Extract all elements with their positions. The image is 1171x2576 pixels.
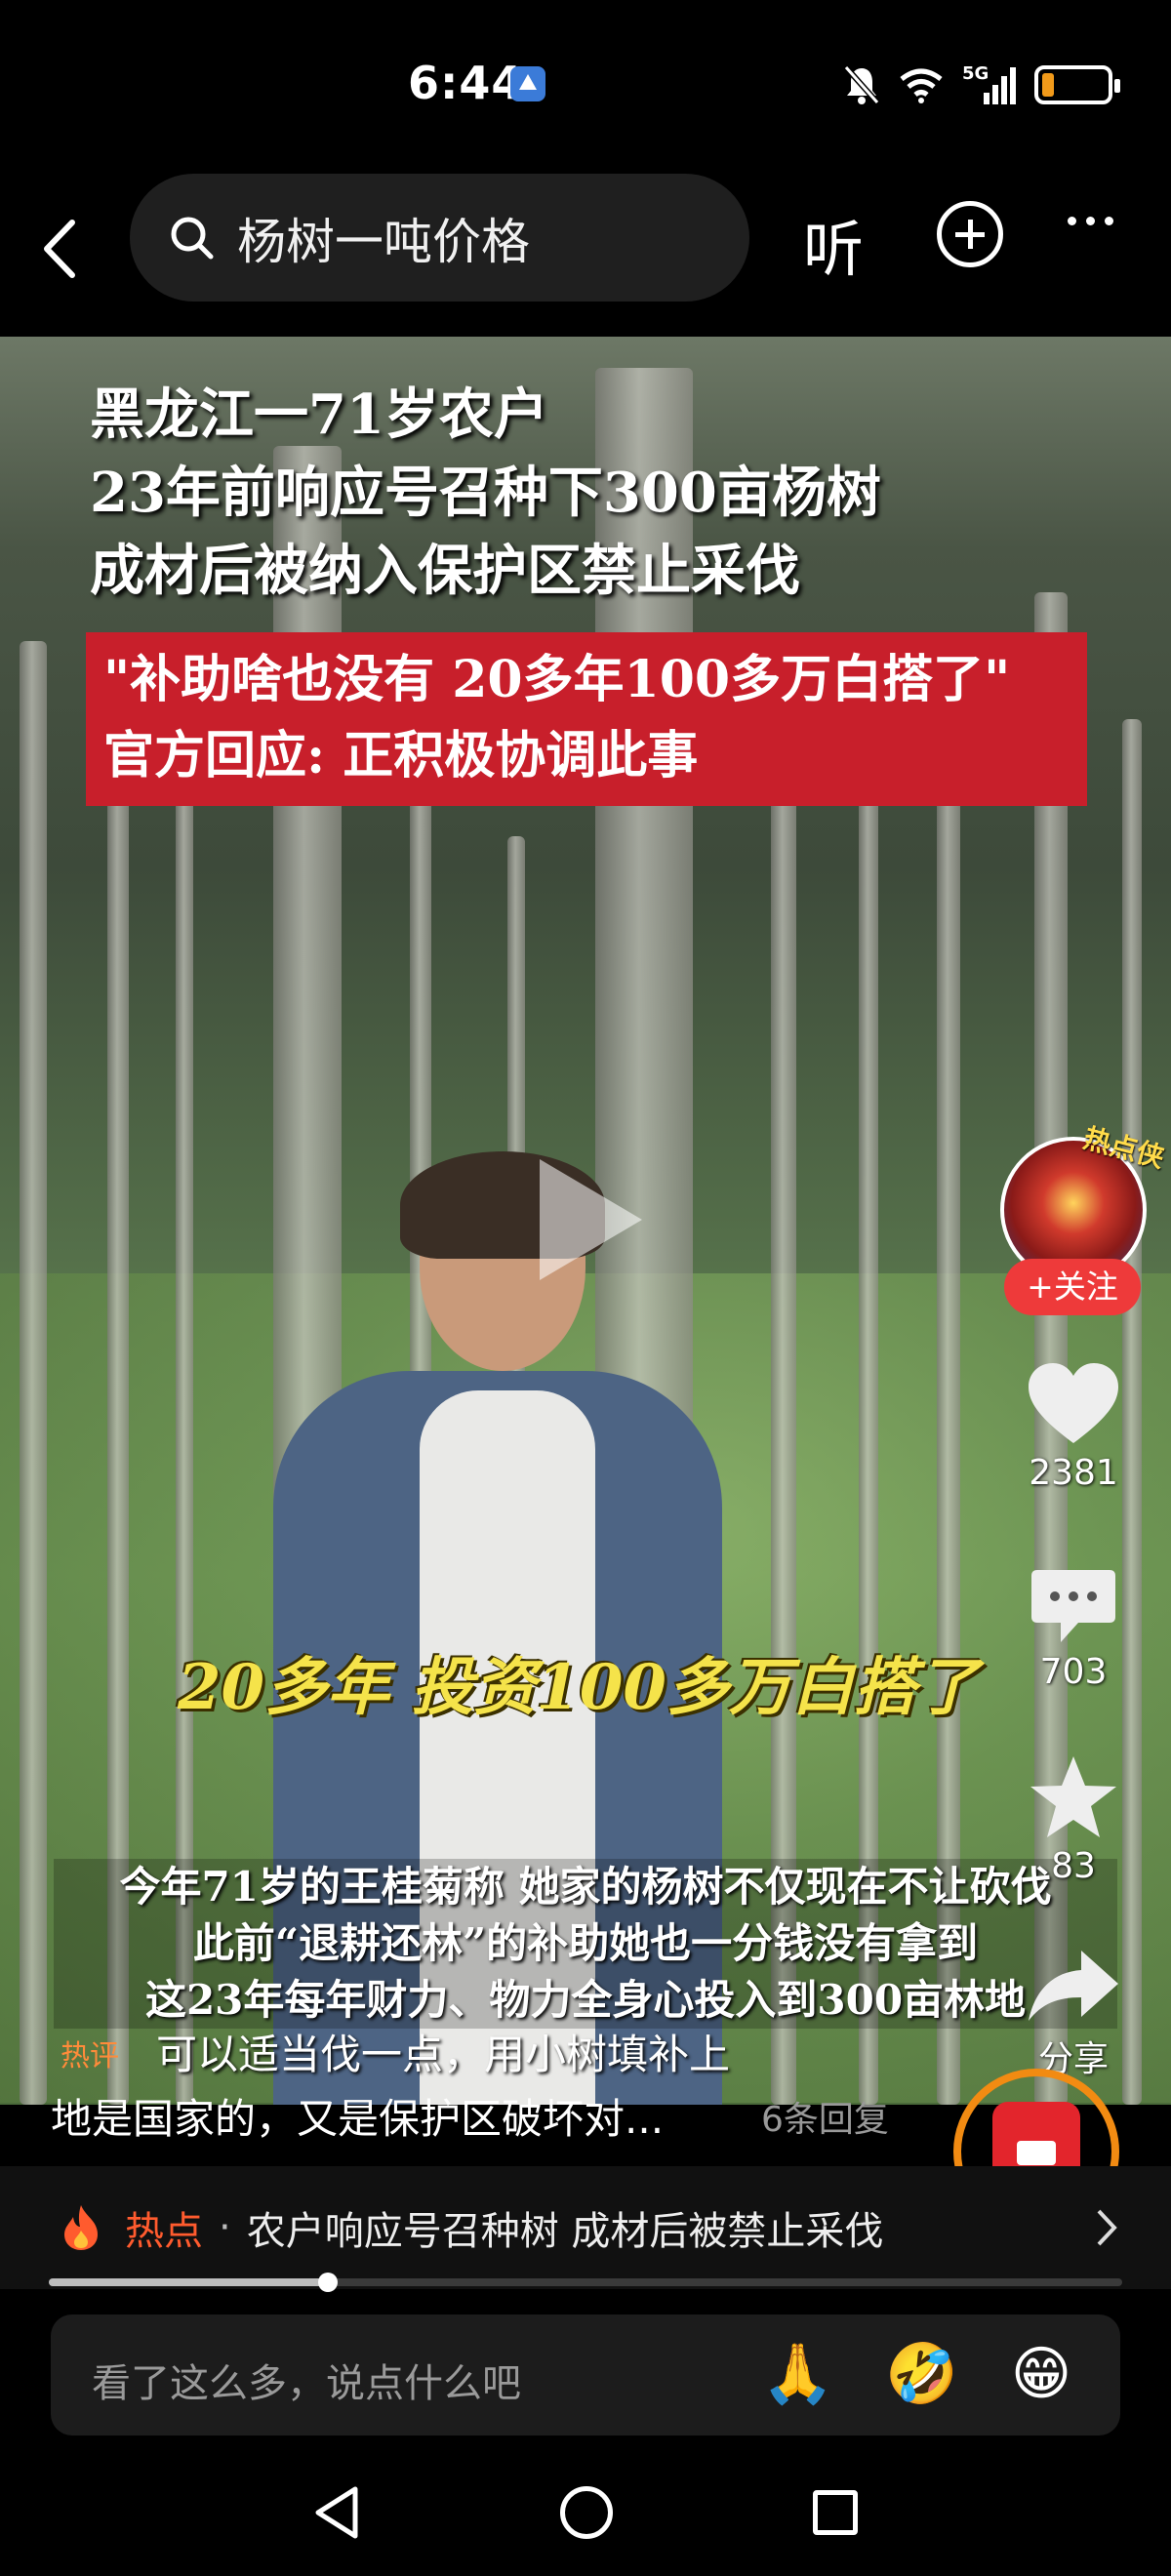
video-subtitles: 今年71岁的王桂菊称 她家的杨树不仅现在不让砍伐 此前“退耕还林”的补助她也一分…: [54, 1859, 1117, 2029]
comment-input[interactable]: 看了这么多，说点什么吧 🙏 🤣 😁: [51, 2314, 1120, 2435]
grin-emoji-button[interactable]: 😁: [1005, 2338, 1077, 2410]
quote-line: 官方回应: 正积极协调此事: [103, 726, 699, 785]
back-icon[interactable]: [37, 215, 86, 283]
battery-icon: [1034, 65, 1120, 104]
nav-recent-icon[interactable]: [813, 2490, 858, 2535]
comment-placeholder: 看了这么多，说点什么吧: [92, 2361, 521, 2406]
search-text: 杨树一吨价格: [237, 213, 530, 270]
favorite-count: 83: [1051, 1846, 1096, 1886]
headline-line: 黑龙江一71岁农户: [90, 382, 548, 447]
topic-label: 热点: [125, 2209, 203, 2254]
subtitle-line: 今年71岁的王桂菊称 她家的杨树不仅现在不让砍伐: [119, 1863, 1052, 1911]
signal-icon: 5G: [962, 63, 1017, 104]
play-icon[interactable]: [540, 1159, 642, 1280]
hot-comment-text[interactable]: 地是国家的，又是保护区破坏对...: [51, 2086, 664, 2146]
reply-count[interactable]: 6条回复: [761, 2091, 889, 2142]
progress-thumb[interactable]: [318, 2273, 338, 2292]
video-quote-banner: "补助啥也没有 20多年100多万白搭了" 官方回应: 正积极协调此事: [86, 632, 1087, 806]
quote-line: "补助啥也没有 20多年100多万白搭了": [103, 650, 1011, 709]
video-caption: 20多年 投资100多万白搭了: [178, 1651, 979, 1724]
share-icon: [1029, 1951, 1118, 2021]
status-bar: 6:44 5G: [0, 0, 1171, 171]
flame-icon: [64, 2205, 98, 2250]
comment-icon: [1031, 1570, 1115, 1642]
topic-text: 农户响应号召种树 成材后被禁止采伐: [246, 2209, 884, 2254]
video-headline: 黑龙江一71岁农户 23年前响应号召种下300亩杨树 成材后被纳入保护区禁止采伐: [90, 376, 881, 610]
app-icon: [510, 66, 545, 101]
search-icon: [171, 217, 214, 259]
chevron-right-icon: [1097, 2209, 1117, 2246]
nav-back-icon[interactable]: [310, 2483, 363, 2542]
hot-comment-text[interactable]: 可以适当伐一点，用小树填补上: [156, 2022, 730, 2081]
favorite-button[interactable]: 83: [1015, 1754, 1132, 1886]
video-progress-bar[interactable]: [49, 2273, 1122, 2292]
pray-emoji-button[interactable]: 🙏: [761, 2338, 834, 2410]
headline-line: 23年前响应号召种下300亩杨树: [90, 461, 881, 525]
comment-button[interactable]: 703: [1015, 1566, 1132, 1692]
nav-home-icon[interactable]: [560, 2486, 613, 2539]
topic-separator: ·: [219, 2205, 231, 2250]
laugh-emoji-button[interactable]: 🤣: [885, 2338, 958, 2410]
topic-bar[interactable]: 热点 · 农户响应号召种树 成材后被禁止采伐: [0, 2166, 1171, 2289]
subtitle-line: 这23年每年财力、物力全身心投入到300亩林地: [144, 1976, 1027, 2024]
star-icon: [1030, 1756, 1116, 1837]
subtitle-line: 此前“退耕还林”的补助她也一分钱没有拿到: [192, 1919, 979, 1967]
status-time: 6:44: [408, 57, 524, 109]
bell-muted-icon: [843, 65, 880, 104]
progress-fill: [49, 2278, 328, 2286]
more-icon[interactable]: [1068, 217, 1113, 225]
search-input[interactable]: 杨树一吨价格: [130, 174, 749, 302]
listen-button[interactable]: 听: [803, 200, 864, 288]
headline-line: 成材后被纳入保护区禁止采伐: [90, 539, 800, 603]
like-count: 2381: [1029, 1453, 1118, 1493]
share-button[interactable]: 分享: [1015, 1947, 1132, 2081]
hot-comment-tag: 热评: [61, 2039, 119, 2073]
like-button[interactable]: 2381: [1015, 1361, 1132, 1493]
heart-icon: [1029, 1363, 1118, 1443]
add-icon[interactable]: [937, 201, 1003, 267]
comment-count: 703: [1039, 1652, 1108, 1692]
wifi-icon: [900, 68, 943, 103]
follow-button[interactable]: +关注: [1004, 1259, 1141, 1315]
status-icons: 5G: [843, 60, 1120, 109]
